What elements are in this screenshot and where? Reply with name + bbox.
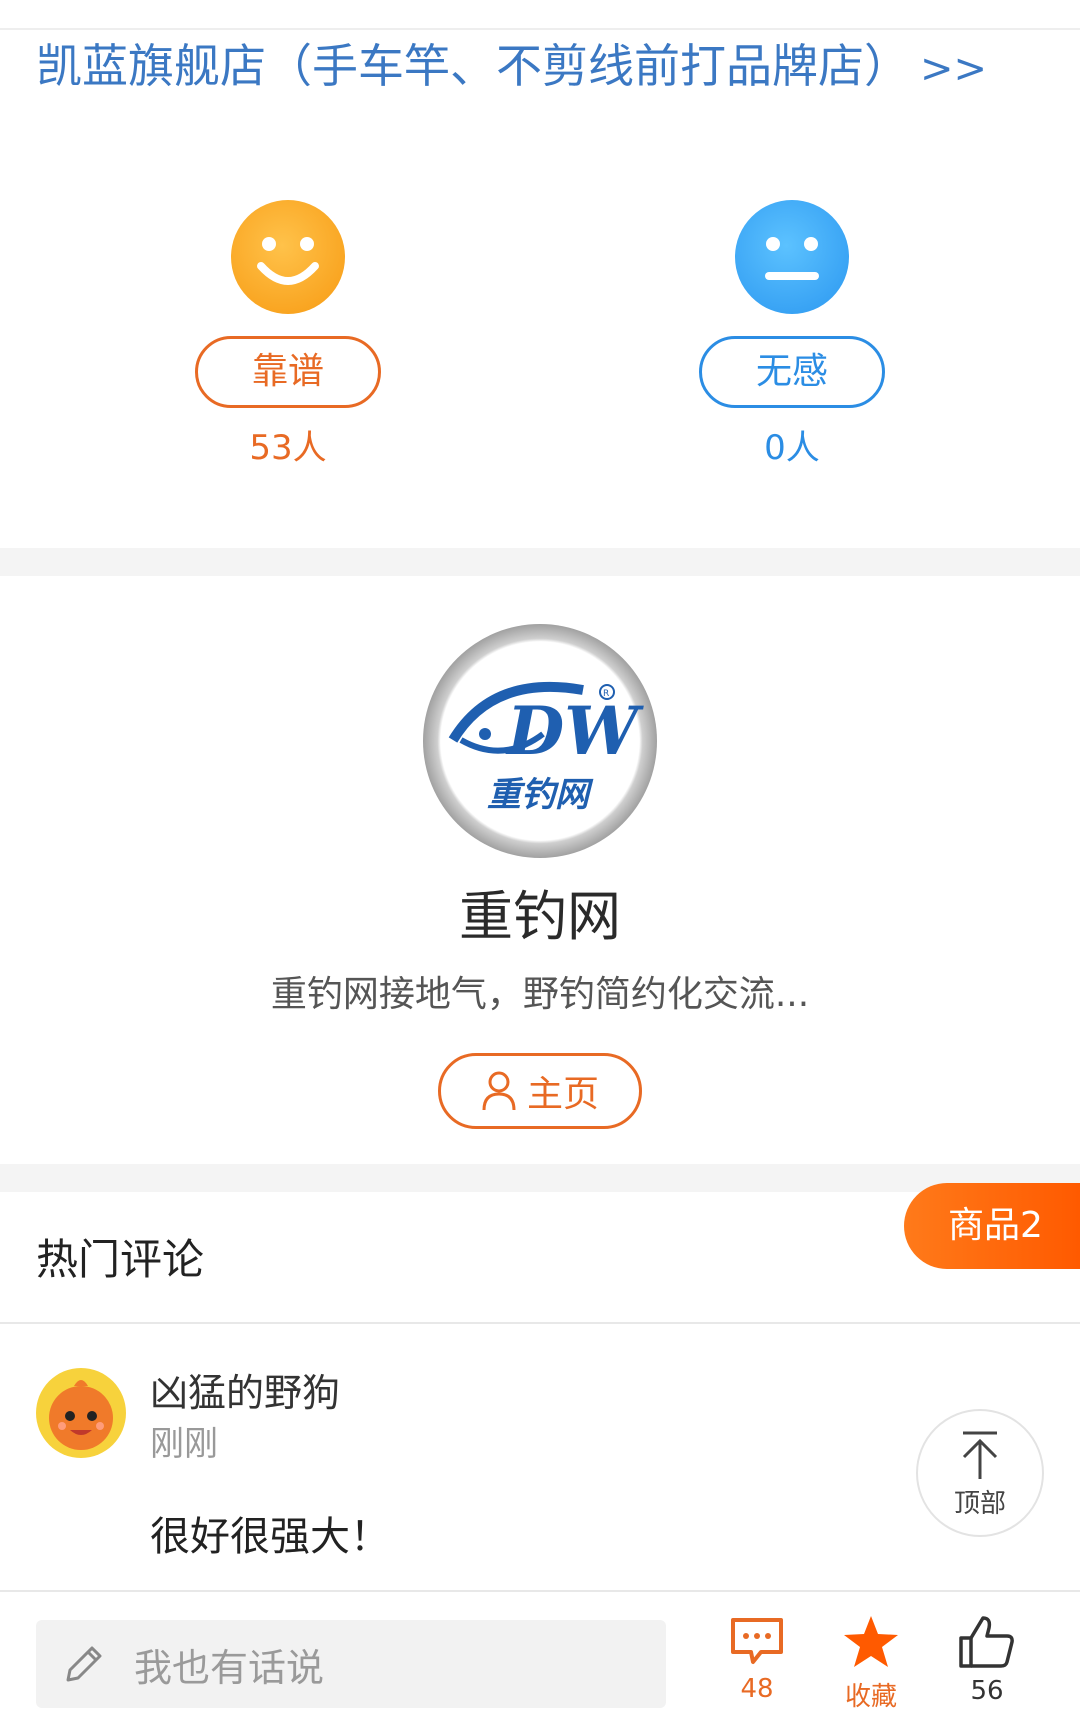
star-icon xyxy=(844,1616,898,1667)
author-card: DW 重钓网 R 重钓网 重钓网接地气，野钓简约化交流... 主页 xyxy=(0,576,1080,1129)
goods-tab[interactable]: 商品2 xyxy=(904,1183,1080,1269)
section-divider xyxy=(0,548,1080,576)
section-divider-2 xyxy=(0,1164,1080,1192)
comment-bubble-icon xyxy=(731,1618,783,1664)
user-icon xyxy=(482,1071,516,1111)
author-home-button[interactable]: 主页 xyxy=(438,1053,642,1129)
favorite-button[interactable]: 收藏 xyxy=(826,1614,916,1713)
author-description: 重钓网接地气，野钓简约化交流... xyxy=(270,974,810,1015)
reliable-button[interactable]: 靠谱 xyxy=(195,336,381,408)
favorite-label: 收藏 xyxy=(844,1682,897,1712)
comment-count: 48 xyxy=(740,1674,774,1704)
neutral-face-icon[interactable] xyxy=(735,200,849,314)
hot-comments-title: 热门评论 xyxy=(36,1235,205,1284)
back-to-top-button[interactable]: 顶部 xyxy=(916,1409,1044,1537)
avatar[interactable] xyxy=(36,1368,126,1458)
thumbs-up-icon xyxy=(959,1616,1014,1668)
comment-username[interactable]: 凶猛的野狗 xyxy=(150,1362,340,1417)
author-logo-mark: DW xyxy=(505,692,644,770)
author-logo-sub: 重钓网 xyxy=(487,775,594,815)
author-home-label: 主页 xyxy=(526,1074,599,1115)
comments-button[interactable]: 48 xyxy=(712,1614,802,1704)
hot-comments-divider xyxy=(0,1322,1080,1324)
comment-input[interactable]: 我也有话说 xyxy=(36,1620,666,1708)
svg-text:R: R xyxy=(603,689,609,699)
store-link[interactable]: 凯蓝旗舰店（手车竿、不剪线前打品牌店） >> xyxy=(36,30,987,96)
author-name: 重钓网 xyxy=(459,885,621,948)
indifferent-count: 0人 xyxy=(764,428,820,468)
pencil-icon xyxy=(66,1646,102,1682)
smile-icon[interactable] xyxy=(231,200,345,314)
arrow-up-icon xyxy=(962,1431,998,1479)
comment-input-placeholder: 我也有话说 xyxy=(134,1645,325,1690)
store-link-arrows[interactable]: >> xyxy=(920,46,987,92)
bottom-bar: 我也有话说 48 收藏 56 xyxy=(0,1590,1080,1730)
back-to-top-label: 顶部 xyxy=(953,1489,1006,1519)
reliable-count: 53人 xyxy=(249,428,327,468)
comment-time: 刚刚 xyxy=(150,1424,218,1464)
rating-indifferent[interactable]: 无感 0人 xyxy=(697,200,887,469)
like-count: 56 xyxy=(970,1676,1004,1706)
rating-reliable[interactable]: 靠谱 53人 xyxy=(193,200,383,469)
indifferent-button[interactable]: 无感 xyxy=(699,336,885,408)
store-link-text[interactable]: 凯蓝旗舰店（手车竿、不剪线前打品牌店） xyxy=(36,39,910,93)
author-logo[interactable]: DW 重钓网 R xyxy=(423,624,657,858)
comment-text: 很好很强大！ xyxy=(150,1514,390,1560)
like-button[interactable]: 56 xyxy=(942,1614,1032,1706)
